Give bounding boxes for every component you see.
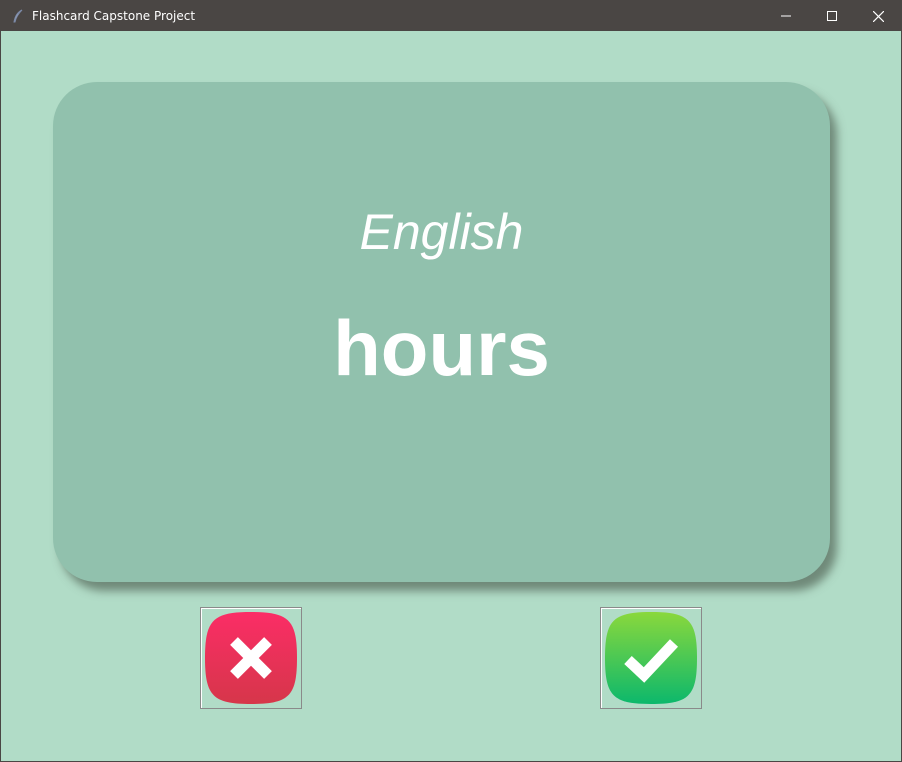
close-button[interactable] [855, 1, 901, 31]
flashcard: English hours [53, 82, 830, 582]
card-word: hours [333, 304, 550, 392]
app-window: Flashcard Capstone Project English hours [0, 0, 902, 762]
feather-icon [10, 8, 26, 24]
right-answer-button[interactable] [600, 607, 702, 709]
minimize-button[interactable] [763, 1, 809, 31]
card-language-title: English [359, 204, 524, 260]
window-controls [763, 1, 901, 31]
close-icon [872, 10, 884, 22]
window-title: Flashcard Capstone Project [32, 9, 196, 23]
minimize-icon [781, 15, 791, 17]
maximize-button[interactable] [809, 1, 855, 31]
cross-icon [205, 612, 297, 704]
wrong-answer-button[interactable] [200, 607, 302, 709]
content-area: English hours [1, 31, 901, 761]
maximize-icon [827, 11, 837, 21]
title-bar[interactable]: Flashcard Capstone Project [1, 1, 901, 31]
check-icon [605, 612, 697, 704]
